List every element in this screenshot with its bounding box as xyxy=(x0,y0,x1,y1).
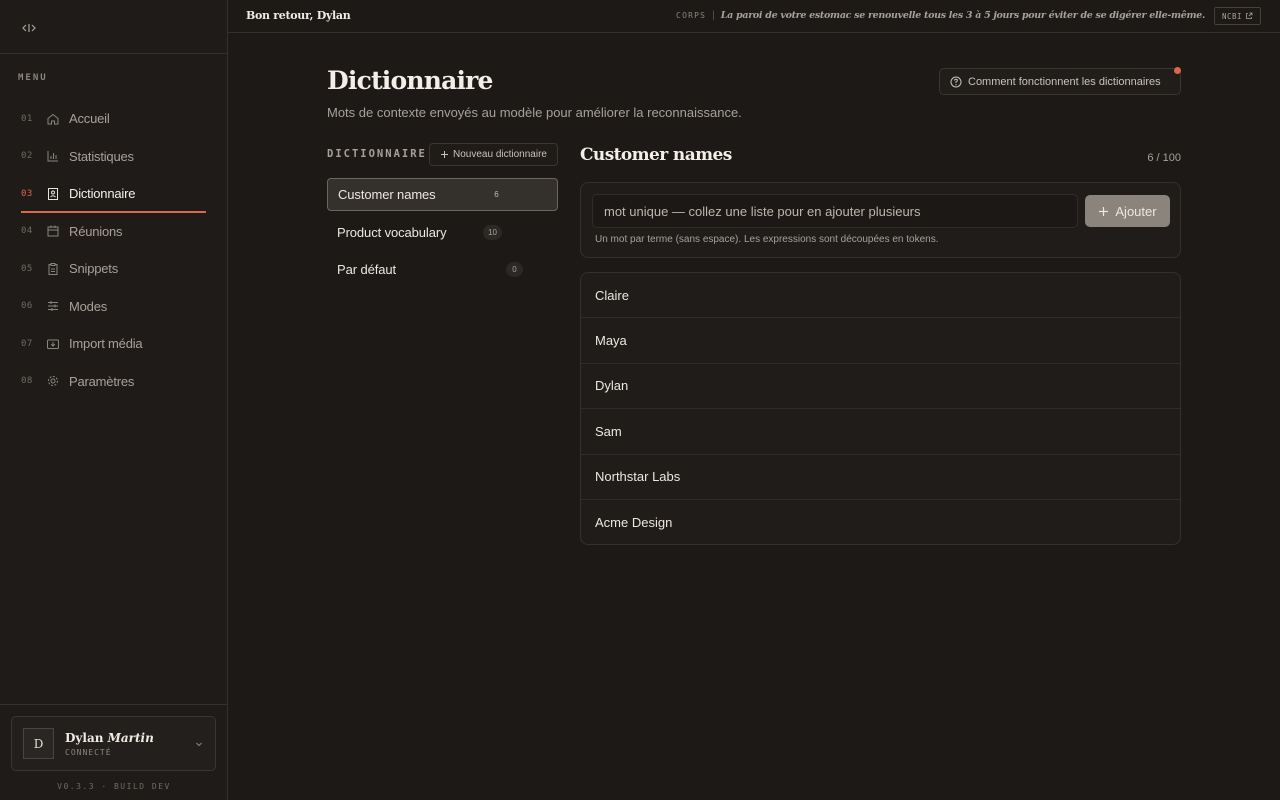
sidebar-item-reunions[interactable]: 04 Réunions xyxy=(0,213,228,251)
menu-title: MENU xyxy=(18,73,48,83)
nav-number: 05 xyxy=(21,263,33,274)
dictionary-help-button[interactable]: Comment fonctionnent les dictionnaires xyxy=(939,68,1181,95)
word-row[interactable]: Claire xyxy=(581,273,1180,319)
sidebar-footer: D Dylan Martin CONNECTÉ V0.3.3 · BUILD D… xyxy=(0,704,228,800)
sidebar-item-import-media[interactable]: 07 Import média xyxy=(0,325,228,363)
dictionary-name: Par défaut xyxy=(337,262,396,277)
sidebar-item-modes[interactable]: 06 Modes xyxy=(0,288,228,326)
sidebar-item-label: Snippets xyxy=(69,261,118,277)
add-word-button[interactable]: Ajouter xyxy=(1085,195,1170,227)
bar-chart-icon xyxy=(46,149,60,163)
nav-number: 02 xyxy=(21,151,33,162)
dictionary-item-product-vocabulary[interactable]: Product vocabulary 10 xyxy=(327,216,558,249)
word-list: Claire Maya Dylan Sam Northstar Labs Acm… xyxy=(580,272,1181,545)
top-bar: Bon retour, Dylan CORPS | La paroi de vo… xyxy=(228,0,1280,33)
external-link-icon xyxy=(1246,12,1253,19)
sidebar-item-label: Dictionnaire xyxy=(69,186,136,202)
avatar: D xyxy=(23,728,54,759)
nav-number: 06 xyxy=(21,301,33,312)
chevron-down-icon xyxy=(196,742,202,747)
sidebar-item-label: Réunions xyxy=(69,223,123,239)
word-row[interactable]: Dylan xyxy=(581,364,1180,410)
home-icon xyxy=(46,112,60,126)
user-meta: Dylan Martin CONNECTÉ xyxy=(65,731,154,757)
sidebar-item-label: Modes xyxy=(69,298,108,314)
dictionary-list: Customer names 6 Product vocabulary 10 P… xyxy=(327,178,558,291)
media-import-icon xyxy=(46,337,60,351)
sliders-icon xyxy=(46,299,60,313)
clipboard-icon xyxy=(46,262,60,276)
help-button-label: Comment fonctionnent les dictionnaires xyxy=(968,75,1161,88)
calendar-icon xyxy=(46,224,60,238)
word-row[interactable]: Northstar Labs xyxy=(581,455,1180,500)
daily-fact: CORPS | La paroi de votre estomac se ren… xyxy=(676,10,1205,21)
dictionaries-header: DICTIONNAIRE xyxy=(327,148,427,160)
gear-icon xyxy=(46,374,60,388)
fact-source-link[interactable]: NCBI xyxy=(1214,7,1261,25)
dictionary-count-badge: 10 xyxy=(483,224,502,240)
add-word-panel: Ajouter Un mot par terme (sans espace). … xyxy=(580,182,1181,258)
dictionary-name: Product vocabulary xyxy=(337,224,447,240)
word-row[interactable]: Sam xyxy=(581,409,1180,455)
user-last-name: Martin xyxy=(107,730,154,745)
word-row[interactable]: Acme Design xyxy=(581,500,1180,544)
sidebar-item-parametres[interactable]: 08 Paramètres xyxy=(0,363,228,401)
version-label: V0.3.3 · BUILD DEV xyxy=(57,782,171,791)
nav-number: 08 xyxy=(21,376,33,387)
sidebar-item-statistiques[interactable]: 02 Statistiques xyxy=(0,138,228,176)
user-status: CONNECTÉ xyxy=(65,747,112,757)
dictionary-item-par-defaut[interactable]: Par défaut 0 xyxy=(327,253,558,286)
nav-number: 07 xyxy=(21,338,33,349)
sidebar-item-label: Accueil xyxy=(69,111,110,127)
nav-number: 03 xyxy=(21,188,33,199)
word-row[interactable]: Maya xyxy=(581,318,1180,364)
sidebar-item-dictionnaire[interactable]: 03 Dictionnaire xyxy=(0,175,228,213)
sidebar-item-label: Statistiques xyxy=(69,148,134,164)
sidebar: MENU 01 Accueil 02 Statistiques 03 Dicti… xyxy=(0,0,228,800)
dictionary-count-badge: 0 xyxy=(506,262,523,277)
user-account-menu[interactable]: D Dylan Martin CONNECTÉ xyxy=(11,716,216,771)
new-dictionary-button[interactable]: Nouveau dictionnaire xyxy=(429,143,558,166)
word-count: 6 / 100 xyxy=(1147,152,1181,164)
dictionary-item-customer-names[interactable]: Customer names 6 xyxy=(327,178,558,211)
user-name: Dylan Martin xyxy=(65,731,154,745)
fact-text: La paroi de votre estomac se renouvelle … xyxy=(720,10,1206,21)
page-subtitle: Mots de contexte envoyés au modèle pour … xyxy=(327,105,742,120)
plus-icon xyxy=(441,151,449,158)
new-dictionary-label: Nouveau dictionnaire xyxy=(453,149,547,160)
book-icon xyxy=(46,187,60,201)
sidebar-item-snippets[interactable]: 05 Snippets xyxy=(0,250,228,288)
user-first-name: Dylan xyxy=(65,730,104,745)
sidebar-item-accueil[interactable]: 01 Accueil xyxy=(0,100,228,138)
add-word-label: Ajouter xyxy=(1115,203,1157,219)
help-icon xyxy=(950,76,962,87)
sidebar-item-label: Import média xyxy=(69,336,143,352)
fact-source-label: NCBI xyxy=(1221,11,1243,21)
nav-number: 01 xyxy=(21,113,33,124)
nav-number: 04 xyxy=(21,226,33,237)
fact-separator: | xyxy=(712,10,715,21)
word-input[interactable] xyxy=(592,194,1078,228)
plus-icon xyxy=(1099,206,1109,216)
fact-category: CORPS xyxy=(676,11,707,20)
page-title: Dictionnaire xyxy=(327,66,493,95)
sidebar-nav: 01 Accueil 02 Statistiques 03 Dictionnai… xyxy=(0,100,228,400)
logo-area xyxy=(0,0,227,54)
app-window: MENU 01 Accueil 02 Statistiques 03 Dicti… xyxy=(0,0,1280,800)
dictionary-count-badge: 6 xyxy=(494,190,499,199)
input-hint: Un mot par terme (sans espace). Les expr… xyxy=(595,234,939,245)
dictionary-name: Customer names xyxy=(338,187,436,202)
dictionary-title: Customer names xyxy=(580,145,732,165)
notification-dot xyxy=(1174,67,1181,74)
welcome-message: Bon retour, Dylan xyxy=(246,9,351,22)
sidebar-item-label: Paramètres xyxy=(69,373,135,389)
logo-icon xyxy=(22,24,36,32)
